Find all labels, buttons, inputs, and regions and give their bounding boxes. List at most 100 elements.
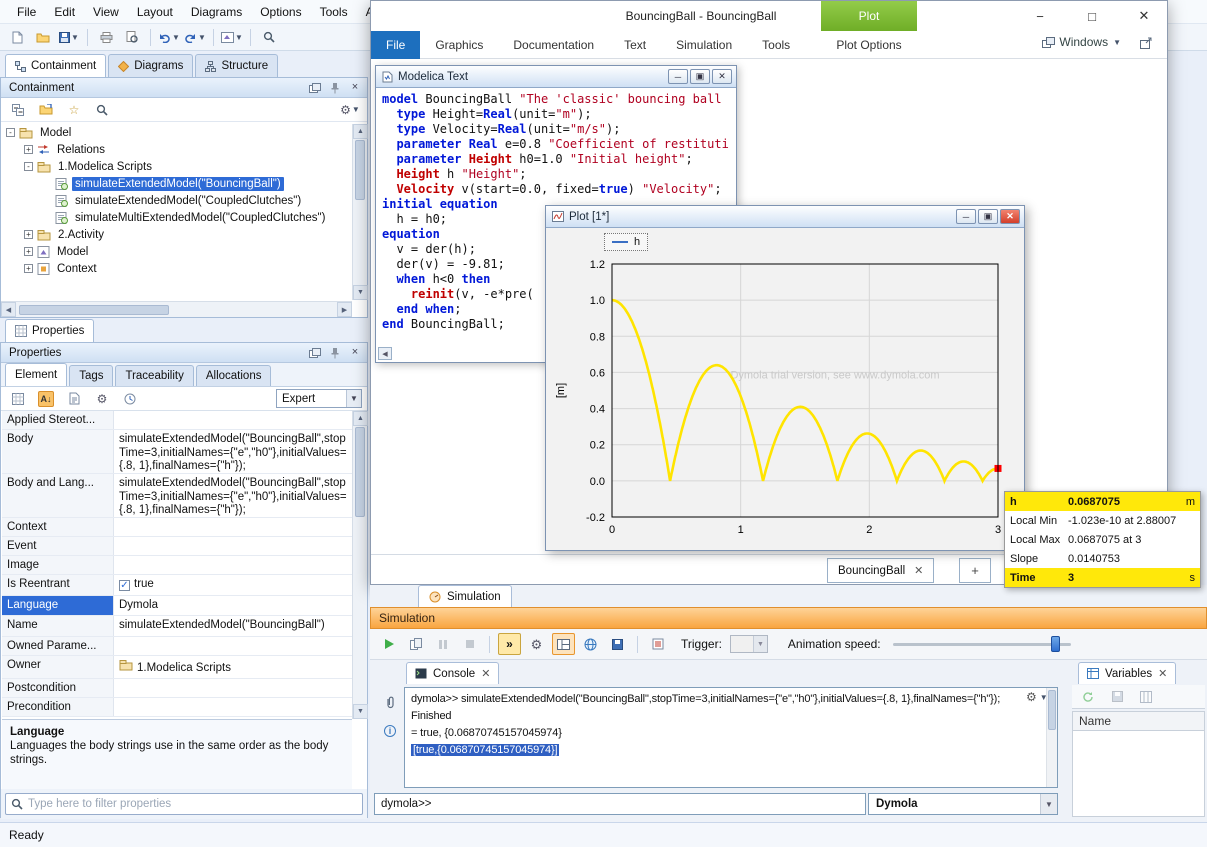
tree-expander[interactable]: + — [24, 230, 33, 239]
minimize-icon[interactable]: ─ — [668, 69, 688, 84]
scroll-down-icon[interactable]: ▼ — [353, 704, 368, 719]
report-button[interactable] — [646, 633, 669, 655]
scroll-thumb[interactable] — [19, 305, 169, 315]
properties-tab-tags[interactable]: Tags — [69, 365, 113, 386]
animation-speed-slider[interactable] — [893, 634, 1083, 654]
undo-button[interactable]: ▼ — [157, 26, 181, 48]
ribbon-tab-graphics[interactable]: Graphics — [420, 31, 498, 59]
pause-button[interactable] — [431, 633, 454, 655]
property-value[interactable]: simulateExtendedModel("BouncingBall") — [114, 616, 352, 636]
open-diagram-button[interactable] — [34, 99, 58, 121]
property-value[interactable]: simulateExtendedModel("BouncingBall",sto… — [114, 474, 352, 517]
ribbon-tab-file[interactable]: File — [371, 31, 420, 59]
variables-list[interactable] — [1072, 731, 1205, 817]
close-tab-icon[interactable]: ✕ — [914, 564, 923, 577]
ribbon-tab-simulation[interactable]: Simulation — [661, 31, 747, 59]
grid-vertical-scrollbar[interactable]: ▲ ▼ — [352, 411, 367, 719]
console-output[interactable]: dymola>> simulateExtendedModel("Bouncing… — [404, 687, 1058, 788]
properties-tab-element[interactable]: Element — [5, 363, 67, 386]
columns-button[interactable] — [1134, 686, 1158, 708]
variables-column-header[interactable]: Name — [1072, 711, 1205, 731]
close-icon[interactable]: × — [347, 346, 363, 360]
tree-item[interactable]: simulateExtendedModel("CoupledClutches") — [2, 192, 351, 209]
checkbox-checked-icon[interactable]: ✓ — [119, 580, 130, 591]
customize-button[interactable]: ⚙ — [90, 388, 114, 410]
document-tab-bouncingball[interactable]: BouncingBall ✕ — [827, 558, 934, 583]
mode-dropdown[interactable]: Expert ▼ — [276, 389, 362, 408]
property-value[interactable] — [114, 556, 352, 574]
tab-console[interactable]: Console ✕ — [406, 662, 499, 684]
scroll-left-icon[interactable]: ◀ — [378, 347, 392, 360]
scroll-up-icon[interactable]: ▲ — [353, 411, 368, 426]
pin-icon[interactable] — [327, 346, 343, 360]
categories-button[interactable] — [6, 388, 30, 410]
tree-item[interactable]: +Relations — [2, 141, 351, 158]
ribbon-tab-tools[interactable]: Tools — [747, 31, 805, 59]
maximize-icon[interactable]: □ — [1077, 1, 1107, 31]
tab-containment[interactable]: Containment — [5, 54, 106, 77]
tree-item[interactable]: +Context — [2, 260, 351, 277]
tree-expander[interactable]: + — [24, 264, 33, 273]
stop-button[interactable] — [458, 633, 481, 655]
browser-button[interactable] — [579, 633, 602, 655]
tree-item[interactable]: simulateMultiExtendedModel("CoupledClutc… — [2, 209, 351, 226]
settings-button[interactable]: ⚙▼ — [338, 99, 362, 121]
sort-alpha-button[interactable]: A↓ — [34, 388, 58, 410]
tree-expander[interactable]: + — [24, 145, 33, 154]
tree-horizontal-scrollbar[interactable]: ◀ ▶ — [1, 301, 352, 317]
tab-diagrams[interactable]: Diagrams — [108, 54, 193, 77]
tree-item[interactable]: simulateExtendedModel("BouncingBall") — [2, 175, 351, 192]
trigger-dropdown[interactable]: ▼ — [730, 635, 768, 653]
tree-item[interactable]: -Model — [2, 124, 351, 141]
animate-button[interactable] — [377, 633, 400, 655]
close-tab-icon[interactable]: ✕ — [1158, 667, 1167, 680]
scroll-thumb[interactable] — [355, 427, 365, 517]
menu-file[interactable]: File — [8, 0, 45, 24]
menu-options[interactable]: Options — [251, 0, 310, 24]
property-value[interactable]: Dymola — [114, 596, 352, 616]
save-vars-button[interactable] — [1105, 686, 1129, 708]
tab-simulation[interactable]: Simulation — [418, 585, 512, 607]
new-plot-tab-button[interactable]: + — [959, 558, 991, 583]
properties-tab-allocations[interactable]: Allocations — [196, 365, 272, 386]
tree-item[interactable]: +Model — [2, 243, 351, 260]
tree-expander[interactable]: + — [24, 247, 33, 256]
refresh-button[interactable] — [1076, 686, 1100, 708]
options-button[interactable]: ⚙ — [525, 633, 548, 655]
attach-button[interactable] — [378, 691, 402, 713]
layout-button[interactable] — [552, 633, 575, 655]
console-input[interactable] — [374, 793, 866, 815]
tab-properties[interactable]: Properties — [5, 319, 94, 342]
new-file-button[interactable] — [5, 26, 29, 48]
properties-tab-traceability[interactable]: Traceability — [115, 365, 193, 386]
duplicate-button[interactable] — [404, 633, 427, 655]
property-value[interactable] — [114, 698, 352, 716]
tab-structure[interactable]: Structure — [195, 54, 278, 77]
close-icon[interactable]: ✕ — [1129, 1, 1159, 31]
scroll-down-icon[interactable]: ▼ — [353, 285, 368, 300]
menu-layout[interactable]: Layout — [128, 0, 182, 24]
find-button[interactable] — [257, 26, 281, 48]
print-preview-button[interactable] — [120, 26, 144, 48]
tree-vertical-scrollbar[interactable]: ▲ ▼ — [352, 124, 367, 300]
windows-menu[interactable]: Windows ▼ — [1042, 35, 1121, 49]
plot-window-titlebar[interactable]: Plot [1*] ─ ▣ ✕ — [546, 206, 1024, 228]
close-tab-icon[interactable]: ✕ — [481, 667, 490, 680]
plot-legend[interactable]: h — [604, 233, 648, 251]
menu-view[interactable]: View — [84, 0, 128, 24]
close-icon[interactable]: ✕ — [712, 69, 732, 84]
show-description-button[interactable] — [62, 388, 86, 410]
search-button[interactable] — [90, 99, 114, 121]
property-value[interactable]: ✓true — [114, 575, 352, 595]
collapse-all-button[interactable] — [6, 99, 30, 121]
info-button[interactable]: i — [378, 720, 402, 742]
property-value[interactable] — [114, 637, 352, 655]
tree-item[interactable]: -1.Modelica Scripts — [2, 158, 351, 175]
float-icon[interactable] — [307, 346, 323, 360]
close-icon[interactable]: ✕ — [1000, 209, 1020, 224]
property-value[interactable]: 1.Modelica Scripts — [114, 656, 352, 679]
scroll-thumb[interactable] — [355, 140, 365, 200]
ribbon-tab-plot[interactable]: Plot — [821, 1, 917, 31]
save-button[interactable]: ▼ — [57, 26, 81, 48]
print-button[interactable] — [94, 26, 118, 48]
